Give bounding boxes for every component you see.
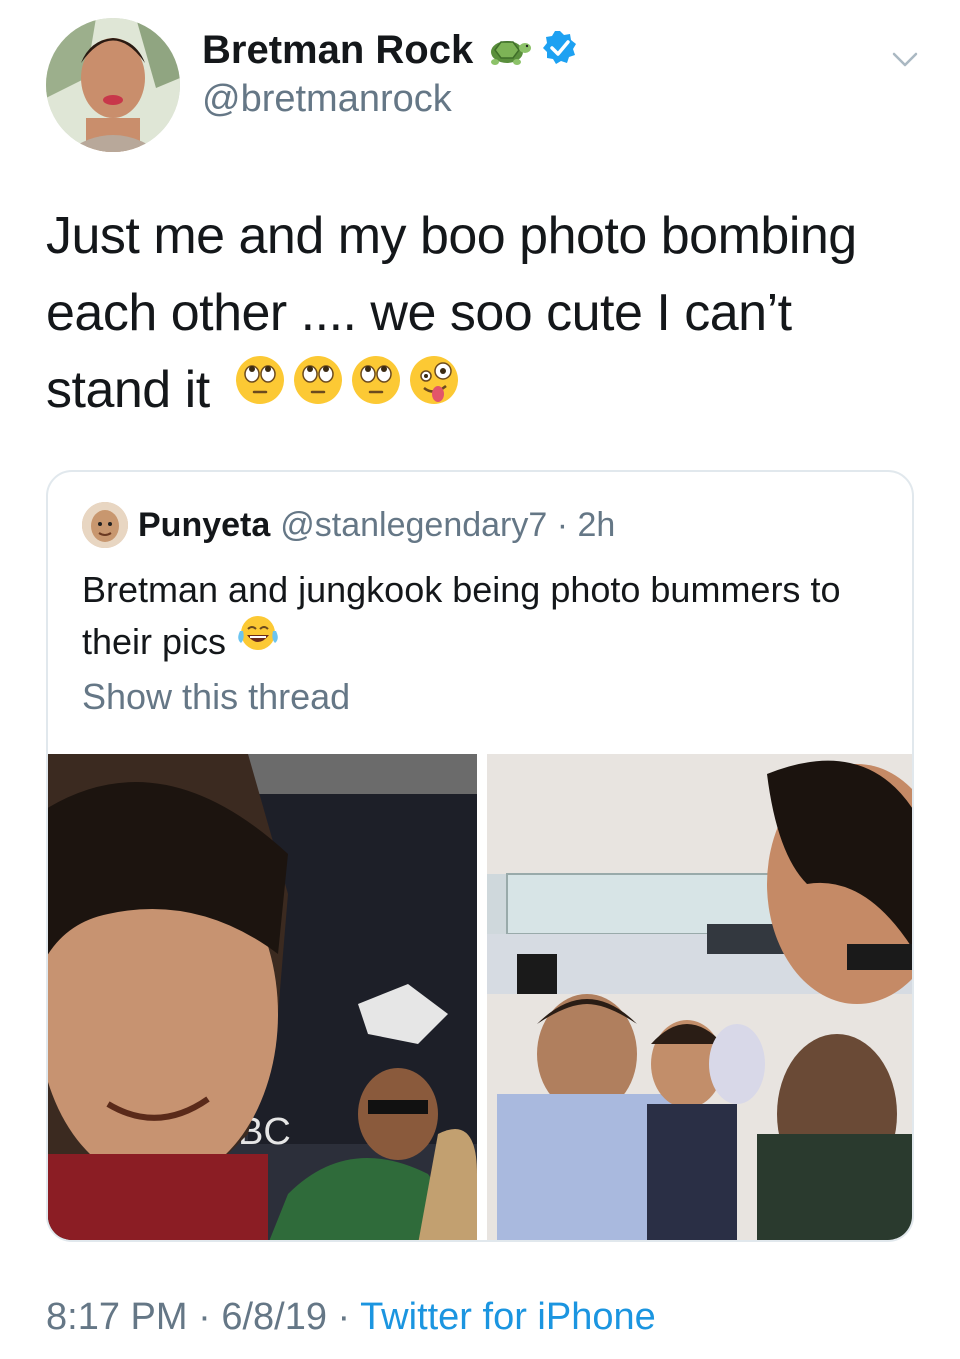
tweet-meta: 8:17 PM · 6/8/19 · Twitter for iPhone (46, 1296, 656, 1339)
author-handle[interactable]: @bretmanrock (202, 78, 452, 121)
quoted-author-display-name[interactable]: Punyeta (138, 506, 270, 545)
rolling-eyes-icon (350, 351, 402, 428)
quoted-media-grid: BC (48, 754, 912, 1240)
tweet-text: Just me and my boo photo bombing each ot… (46, 198, 926, 432)
media-photo-left[interactable]: BC (48, 754, 477, 1240)
author-avatar[interactable] (46, 18, 180, 152)
tweet-time[interactable]: 8:17 PM (46, 1296, 188, 1338)
tears-of-joy-icon (236, 613, 280, 667)
rolling-eyes-icon (292, 351, 344, 428)
meta-separator: · (326, 1296, 361, 1338)
quoted-tweet-text: Bretman and jungkook being photo bummers… (82, 564, 902, 671)
verified-badge-icon (541, 29, 579, 72)
quoted-tweet-text-body: Bretman and jungkook being photo bummers… (82, 569, 841, 662)
tweet-emoji-row (234, 351, 460, 428)
show-thread-link[interactable]: Show this thread (82, 676, 350, 718)
quoted-tweet-header: Punyeta @stanlegendary7 · 2h (82, 502, 615, 548)
turtle-icon (483, 28, 532, 73)
media-photo-right[interactable] (487, 754, 912, 1240)
author-display-name[interactable]: Bretman Rock (202, 28, 473, 73)
quoted-author-avatar[interactable] (82, 502, 128, 548)
tweet-source-link[interactable]: Twitter for iPhone (360, 1296, 656, 1338)
rolling-eyes-icon (234, 351, 286, 428)
chevron-down-icon[interactable] (890, 44, 920, 74)
meta-separator: · (187, 1296, 222, 1338)
author-name-row: Bretman Rock (202, 28, 579, 73)
tweet-date[interactable]: 6/8/19 (221, 1296, 327, 1338)
quoted-author-handle-time[interactable]: @stanlegendary7 · 2h (280, 506, 615, 545)
tweet-header: Bretman Rock @bretmanrock (46, 18, 926, 152)
quoted-tweet-card[interactable]: Punyeta @stanlegendary7 · 2h Bretman and… (46, 470, 914, 1242)
zany-face-icon (408, 351, 460, 428)
